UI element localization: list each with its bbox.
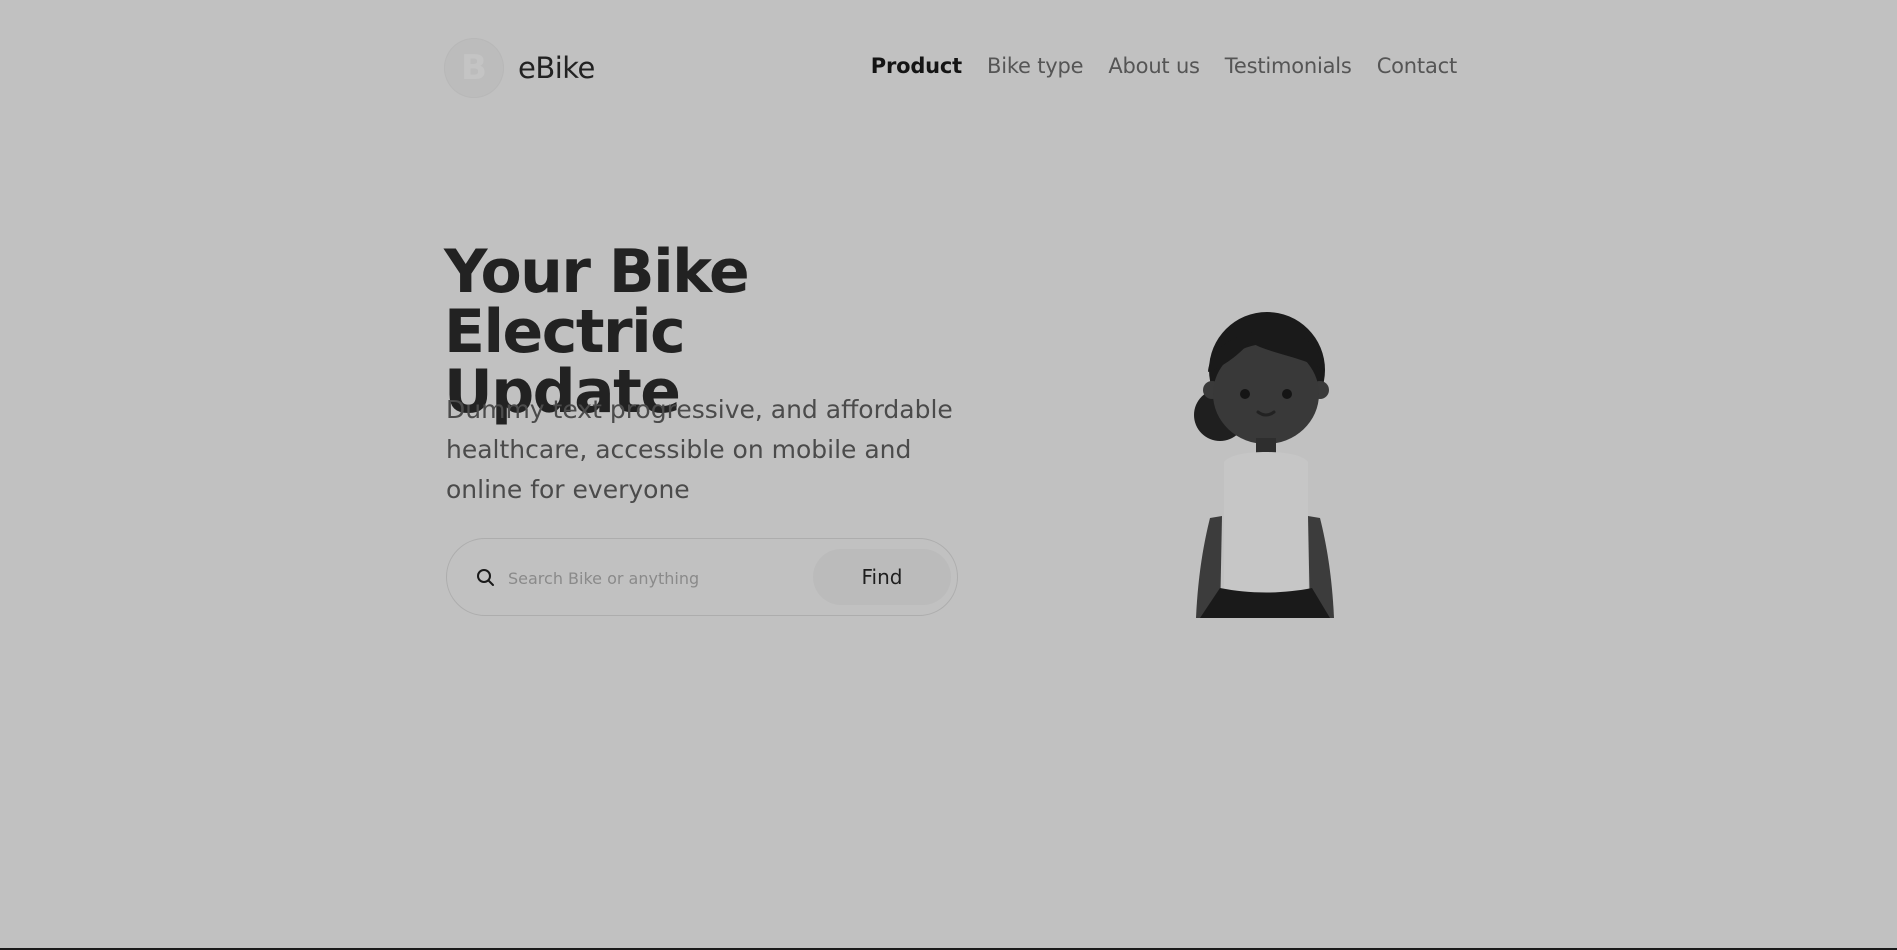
site-header: B eBike Product Bike type About us Testi… (444, 38, 1457, 100)
hero-subtitle-line-2: healthcare, accessible on mobile and (446, 435, 912, 464)
logo[interactable]: B eBike (444, 38, 595, 98)
search-icon (477, 569, 494, 586)
hero-title-line-1: Your Bike Electric (444, 237, 750, 367)
search-bar: Find (446, 538, 958, 616)
nav-item-about-us[interactable]: About us (1108, 54, 1200, 78)
main-nav: Product Bike type About us Testimonials … (871, 54, 1457, 78)
hero-subtitle-line-1: Dummy text progressive, and affordable (446, 395, 953, 424)
brand-name: eBike (518, 51, 595, 85)
logo-mark: B (444, 38, 504, 98)
page: B eBike Product Bike type About us Testi… (0, 0, 1897, 948)
hero-subtitle: Dummy text progressive, and affordable h… (446, 390, 966, 510)
hero-subtitle-line-3: online for everyone (446, 475, 690, 504)
nav-item-bike-type[interactable]: Bike type (987, 54, 1084, 78)
nav-item-testimonials[interactable]: Testimonials (1225, 54, 1352, 78)
search-input[interactable] (508, 561, 748, 595)
person-illustration (1194, 312, 1334, 618)
nav-item-product[interactable]: Product (871, 54, 962, 78)
nav-item-contact[interactable]: Contact (1377, 54, 1458, 78)
find-button[interactable]: Find (813, 549, 951, 605)
